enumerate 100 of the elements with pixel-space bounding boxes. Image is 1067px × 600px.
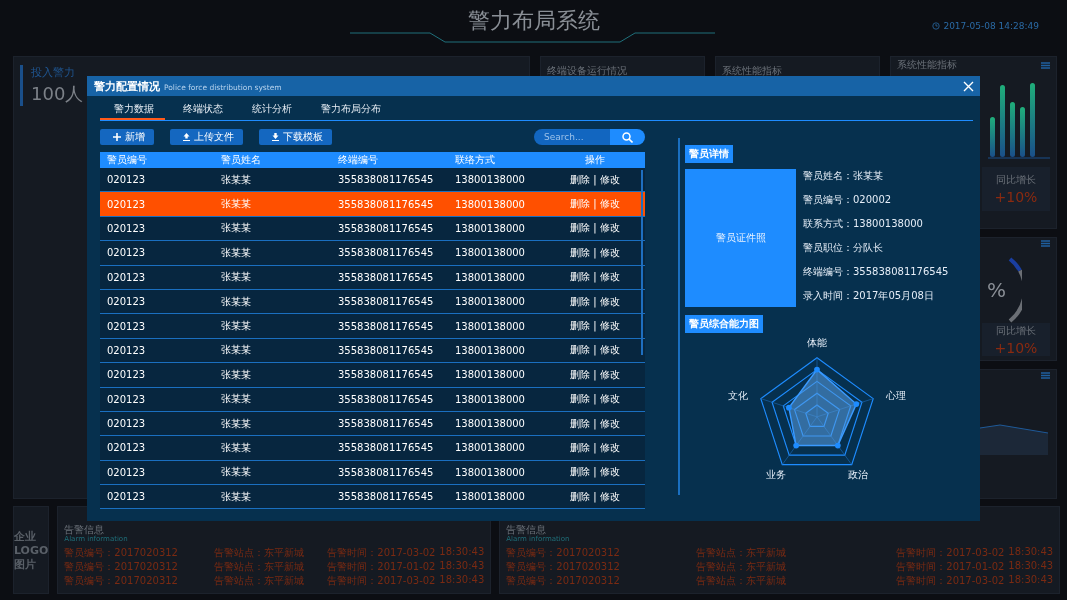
alarm-field: 18:30:43: [1008, 574, 1054, 588]
detail-field: 终端编号：355838081176545: [803, 265, 949, 279]
row-actions[interactable]: 删除 | 修改: [555, 245, 635, 260]
radar-axis-label: 心理: [885, 389, 906, 401]
dialog-title: 警力配置情况: [94, 78, 160, 94]
table-row[interactable]: 020123 张某某 355838081176545 13800138000 删除 | 修改: [100, 216, 645, 242]
table-cell-text: 355838081176545: [338, 393, 435, 405]
row-actions[interactable]: 删除 | 修改: [555, 319, 635, 334]
table-cell-text: 13800138000: [455, 247, 526, 259]
detail-field: 录入时间：2017年05月08日: [803, 289, 949, 303]
row-actions[interactable]: 删除 | 修改: [555, 367, 635, 382]
table-row[interactable]: 020123 张某某 355838081176545 13800138000 删除 | 修改: [100, 168, 645, 193]
upload-button[interactable]: 上传文件: [170, 129, 243, 145]
download-button[interactable]: 下载模板: [259, 129, 332, 145]
table-cell-text: 355838081176545: [338, 320, 435, 332]
table-cell-text: 355838081176545: [338, 271, 435, 283]
table-row[interactable]: 020123 张某某 355838081176545 13800138000 删除 | 修改: [100, 411, 645, 437]
panel-title: 系统性能指标: [722, 65, 782, 76]
table-row[interactable]: 020123 张某某 355838081176545 13800138000 删除 | 修改: [100, 265, 645, 290]
table-cell-text: 355838081176545: [338, 418, 435, 430]
table-cell-text: 13800138000: [455, 369, 526, 381]
column-header: 警员姓名: [221, 153, 262, 167]
table-cell-text: 355838081176545: [338, 466, 435, 478]
tab[interactable]: 统计分析: [238, 100, 303, 120]
radar-axis-label: 体能: [807, 337, 827, 349]
row-actions[interactable]: 删除 | 修改: [555, 416, 635, 431]
tab[interactable]: 警力布局分布: [307, 100, 392, 120]
table-cell-text: 张某某: [221, 367, 252, 382]
row-actions[interactable]: 删除 | 修改: [555, 270, 635, 285]
table-cell-text: 13800138000: [455, 222, 526, 234]
table-cell-text: 355838081176545: [338, 174, 435, 186]
table-cell-text: 张某某: [221, 221, 252, 236]
table-cell-text: 张某某: [221, 441, 252, 455]
section-label: 警员综合能力图: [685, 315, 763, 333]
row-actions[interactable]: 删除 | 修改: [555, 294, 635, 309]
alarm-field: 告警站点：东平新城: [696, 546, 897, 560]
alarm-field: 告警时间：2017-03-02: [327, 546, 440, 560]
table-cell-text: 020123: [106, 174, 147, 186]
tab[interactable]: 警力数据: [100, 100, 165, 120]
force-value: 100人: [31, 82, 84, 106]
table-cell-text: 355838081176545: [338, 442, 435, 454]
row-actions[interactable]: 删除 | 修改: [555, 392, 635, 407]
add-button[interactable]: 新增: [100, 129, 154, 145]
growth-label: 同比增长: [996, 173, 1036, 187]
table-cell-text: 355838081176545: [338, 491, 435, 503]
table-cell-text: 13800138000: [455, 393, 526, 405]
section-label: 警员详情: [685, 145, 733, 163]
row-actions[interactable]: 删除 | 修改: [555, 465, 635, 480]
alarm-field: 告警站点：东平新城: [214, 560, 328, 574]
radar-axis-label: 文化: [728, 389, 749, 401]
alarm-field: 告警站点：东平新城: [696, 560, 897, 574]
row-actions[interactable]: 删除 | 修改: [555, 441, 635, 455]
row-actions[interactable]: 删除 | 修改: [555, 343, 635, 358]
alarm-field: 警员编号：2017020312: [506, 574, 697, 588]
growth-label: 同比增长: [996, 323, 1036, 338]
row-actions[interactable]: 删除 | 修改: [555, 221, 635, 236]
table-cell-text: 13800138000: [455, 442, 526, 454]
column-header: 终端编号: [338, 153, 379, 167]
table-cell-text: 13800138000: [455, 296, 526, 308]
table-row[interactable]: 020123 张某某 355838081176545 13800138000 删除 | 修改: [100, 363, 645, 388]
growth-value: +10%: [994, 339, 1038, 356]
table-cell-text: 张某某: [221, 343, 252, 358]
table-row[interactable]: 020123 张某某 355838081176545 13800138000 删除 | 修改: [100, 314, 645, 339]
growth-value: +10%: [994, 189, 1038, 205]
search-field[interactable]: Search...: [534, 129, 610, 145]
table-cell-text: 020123: [106, 296, 147, 308]
table-row[interactable]: 020123 张某某 355838081176545 13800138000 删除 | 修改: [100, 338, 645, 364]
row-actions[interactable]: 删除 | 修改: [555, 172, 635, 187]
table-cell-text: 355838081176545: [338, 222, 435, 234]
alarm-title: 告警信息: [64, 524, 105, 535]
row-actions[interactable]: 删除 | 修改: [555, 489, 635, 504]
table-row[interactable]: 020123 张某某 355838081176545 13800138000 删除 | 修改: [100, 387, 645, 412]
table-cell-text: 张某某: [221, 172, 252, 187]
table-cell-text: 020123: [106, 222, 147, 234]
table-cell-text: 张某某: [221, 392, 252, 407]
alarm-title: 告警信息: [506, 524, 547, 535]
table-row[interactable]: 020123 张某某 355838081176545 13800138000 删除 | 修改: [100, 289, 645, 315]
alarm-field: 警员编号：2017020312: [64, 560, 215, 574]
table-cell-text: 13800138000: [455, 174, 526, 186]
table-cell-text: 020123: [106, 344, 147, 356]
table-row[interactable]: 020123 张某某 355838081176545 13800138000 删除 | 修改: [100, 485, 645, 510]
force-label: 投入警力: [31, 65, 75, 80]
tab[interactable]: 终端状态: [169, 100, 234, 120]
alarm-field: 18:30:43: [439, 546, 485, 560]
alarm-field: 警员编号：2017020312: [64, 574, 215, 588]
photo-label: 警员证件照: [715, 231, 766, 245]
alarm-field: 告警时间：2017-01-02: [896, 560, 1009, 574]
table-cell-text: 020123: [106, 442, 147, 454]
alarm-field: 告警时间：2017-01-02: [327, 560, 440, 574]
radar-axis-label: 业务: [765, 468, 786, 480]
table-cell-text: 020123: [106, 491, 147, 503]
table-cell-text: 张某某: [221, 270, 252, 285]
table-cell-text: 13800138000: [455, 418, 526, 430]
alarm-field: 警员编号：2017020312: [506, 546, 697, 560]
table-row[interactable]: 020123 张某某 355838081176545 13800138000 删除 | 修改: [100, 460, 645, 486]
table-cell-text: 13800138000: [455, 466, 526, 478]
table-cell-text: 张某某: [221, 489, 252, 504]
table-cell-text: 020123: [106, 271, 147, 283]
table-row[interactable]: 020123 张某某 355838081176545 13800138000 删除 | 修改: [100, 241, 645, 266]
table-row[interactable]: 020123 张某某 355838081176545 13800138000 删除 | 修改: [100, 436, 645, 461]
